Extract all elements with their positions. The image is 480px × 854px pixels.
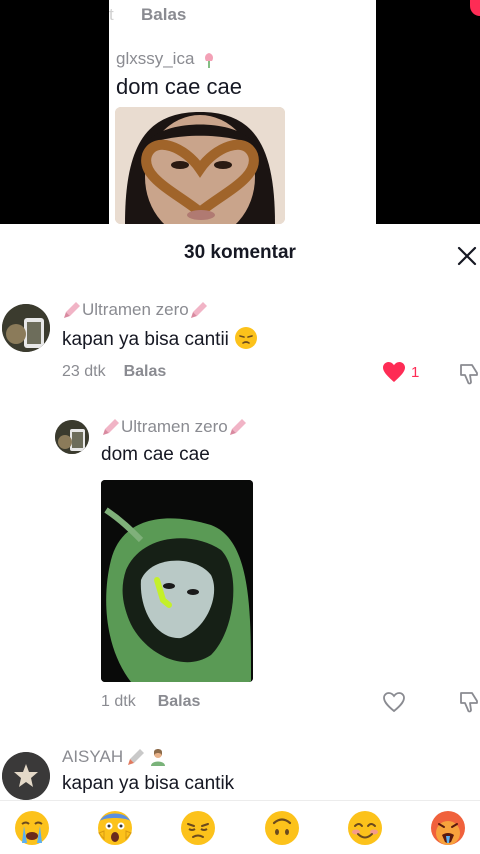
- upside-down-face-emoji-button[interactable]: [262, 808, 302, 848]
- crying-face-emoji-button[interactable]: [12, 808, 52, 848]
- video-username: glxssy_ica: [116, 49, 217, 69]
- video-content: t Balas glxssy_ica dom cae cae: [109, 0, 376, 224]
- comments-count-title: 30 komentar: [184, 242, 296, 263]
- pensive-face-icon: [181, 810, 216, 845]
- pensive-face-emoji-button[interactable]: [178, 808, 218, 848]
- avatar[interactable]: [2, 304, 50, 352]
- like-button[interactable]: [382, 691, 406, 713]
- comments-sheet: 30 komentar Ultramen zero kapan ya bisa …: [0, 224, 480, 854]
- screaming-face-icon: [98, 810, 133, 845]
- person-icon: [151, 749, 166, 766]
- rocket-icon: [229, 419, 246, 435]
- avatar[interactable]: [2, 752, 50, 800]
- comment-time: 1 dtk: [101, 693, 136, 710]
- comment-username[interactable]: AISYAH: [62, 747, 168, 767]
- video-reply-label: Balas: [141, 5, 187, 24]
- close-button[interactable]: [454, 242, 480, 268]
- rocket-icon: [64, 302, 80, 318]
- screaming-face-emoji-button[interactable]: [95, 808, 135, 848]
- comment-text: kapan ya bisa cantii: [62, 326, 258, 351]
- smiling-face-icon: [347, 810, 382, 845]
- like-count: 1: [411, 363, 420, 381]
- comment-time: 23 dtk: [62, 363, 106, 380]
- avatar[interactable]: [55, 420, 89, 454]
- dislike-button[interactable]: [458, 690, 480, 719]
- video-sticker-image: [115, 107, 285, 224]
- video-red-indicator: [470, 0, 480, 16]
- comment-text: dom cae cae: [101, 444, 210, 465]
- rocket-icon: [190, 302, 207, 318]
- pensive-face-icon: [235, 327, 258, 349]
- dislike-button[interactable]: [458, 362, 480, 391]
- video-top-row: t Balas: [109, 4, 186, 26]
- heart-outline-icon: [383, 692, 405, 713]
- reply-button[interactable]: Balas: [124, 363, 167, 381]
- hot-face-emoji-button[interactable]: [428, 808, 468, 848]
- tulip-icon: [205, 52, 214, 68]
- comment-username[interactable]: Ultramen zero: [62, 300, 209, 320]
- comment-meta: 23 dtk Balas: [62, 363, 166, 381]
- like-button[interactable]: 1: [382, 361, 419, 383]
- hot-face-icon: [430, 810, 465, 845]
- comment-sticker-image[interactable]: [101, 480, 253, 682]
- video-preview[interactable]: t Balas glxssy_ica dom cae cae: [0, 0, 480, 224]
- rocket-icon: [103, 419, 119, 435]
- video-faded-text: t: [109, 5, 114, 24]
- crying-face-icon: [15, 810, 49, 845]
- video-comment-text: dom cae cae: [116, 74, 242, 99]
- reply-button[interactable]: Balas: [158, 693, 201, 711]
- comment-meta: 1 dtk Balas: [101, 693, 200, 711]
- emoji-quick-bar: [0, 800, 480, 854]
- rocket-icon: [128, 749, 145, 765]
- heart-filled-icon: [383, 362, 405, 382]
- upside-down-face-icon: [264, 810, 299, 845]
- close-icon: [457, 246, 477, 266]
- thumbs-down-icon: [460, 692, 478, 713]
- smiling-face-emoji-button[interactable]: [345, 808, 385, 848]
- thumbs-down-icon: [460, 364, 478, 385]
- comment-text: kapan ya bisa cantik: [62, 773, 235, 794]
- comment-username[interactable]: Ultramen zero: [101, 417, 248, 437]
